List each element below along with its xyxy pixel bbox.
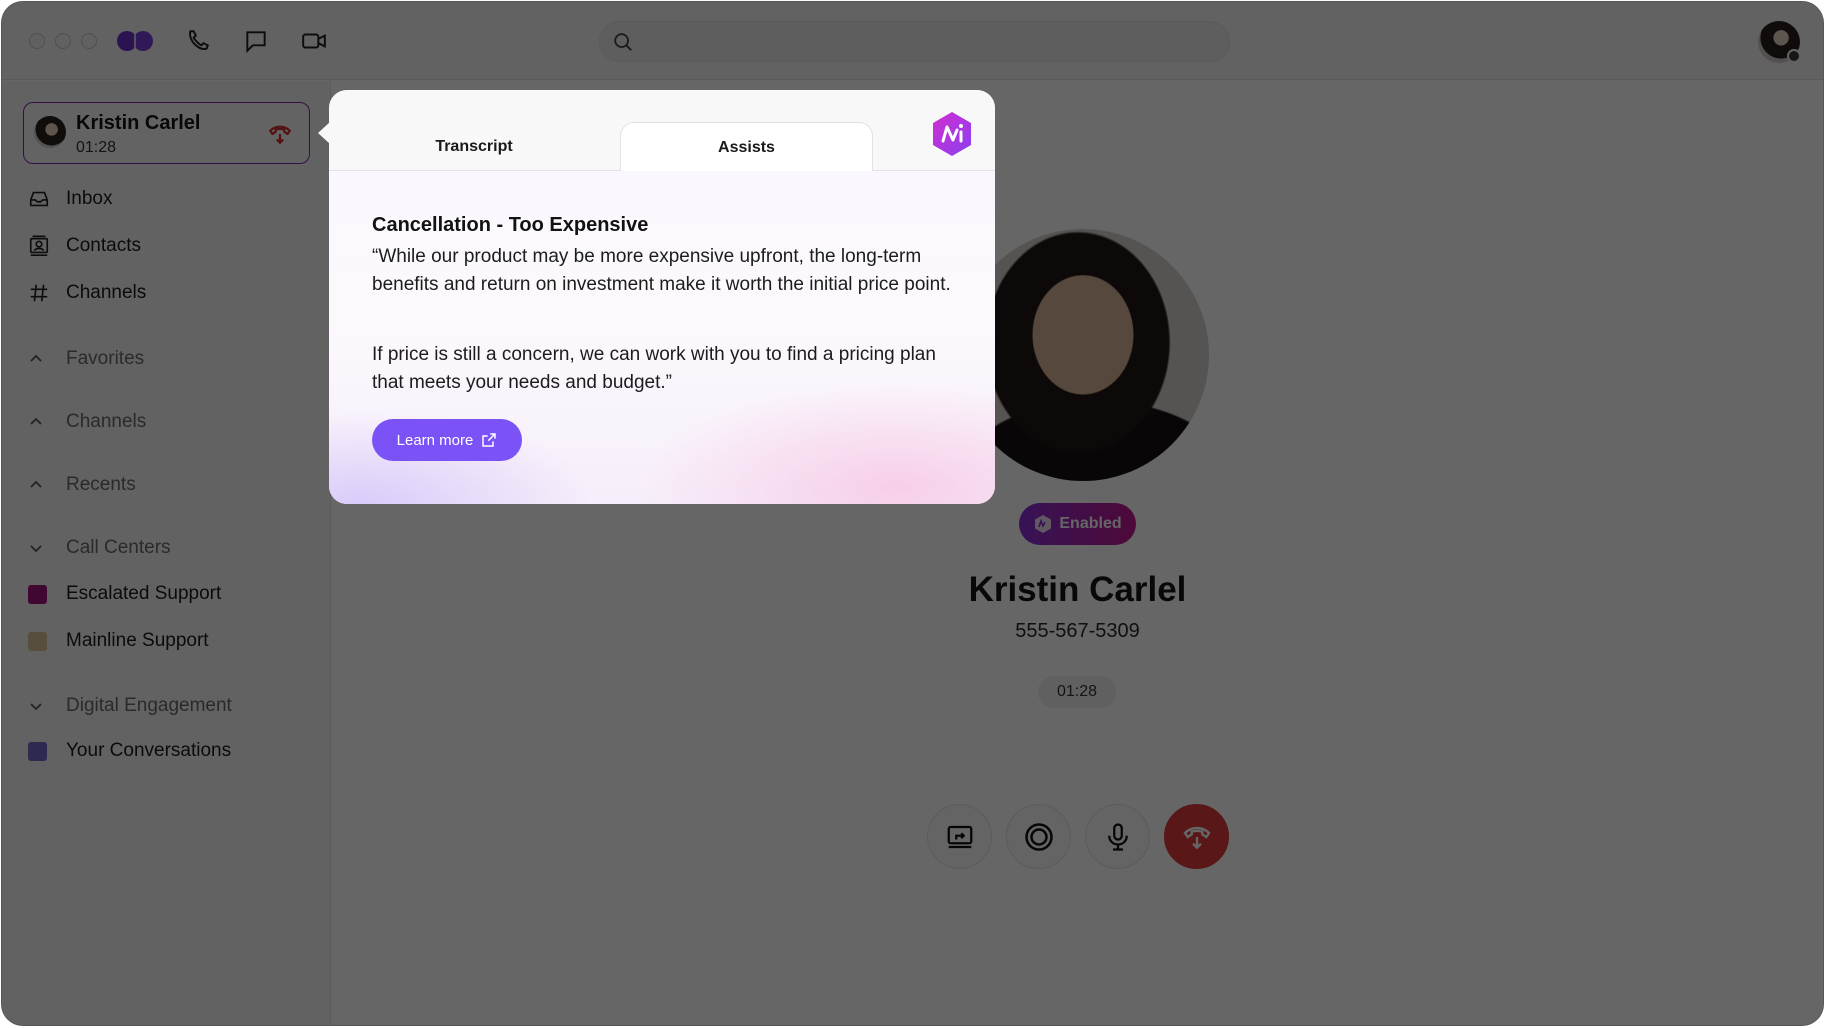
tab-transcript[interactable]: Transcript <box>349 122 599 172</box>
learn-more-label: Learn more <box>396 431 474 449</box>
assist-paragraph: “While our product may be more expensive… <box>372 246 951 295</box>
tab-assists[interactable]: Assists <box>620 122 873 172</box>
ai-logo-icon <box>933 112 971 156</box>
external-link-icon <box>482 433 497 447</box>
popover-tabs: Transcript Assists <box>329 90 995 172</box>
learn-more-button[interactable]: Learn more <box>372 419 522 461</box>
assist-title: Cancellation - Too Expensive <box>372 214 649 236</box>
assist-popover: Transcript Assists Cancellation - Too Ex… <box>329 90 995 504</box>
assist-paragraph: If price is still a concern, we can work… <box>372 344 936 393</box>
